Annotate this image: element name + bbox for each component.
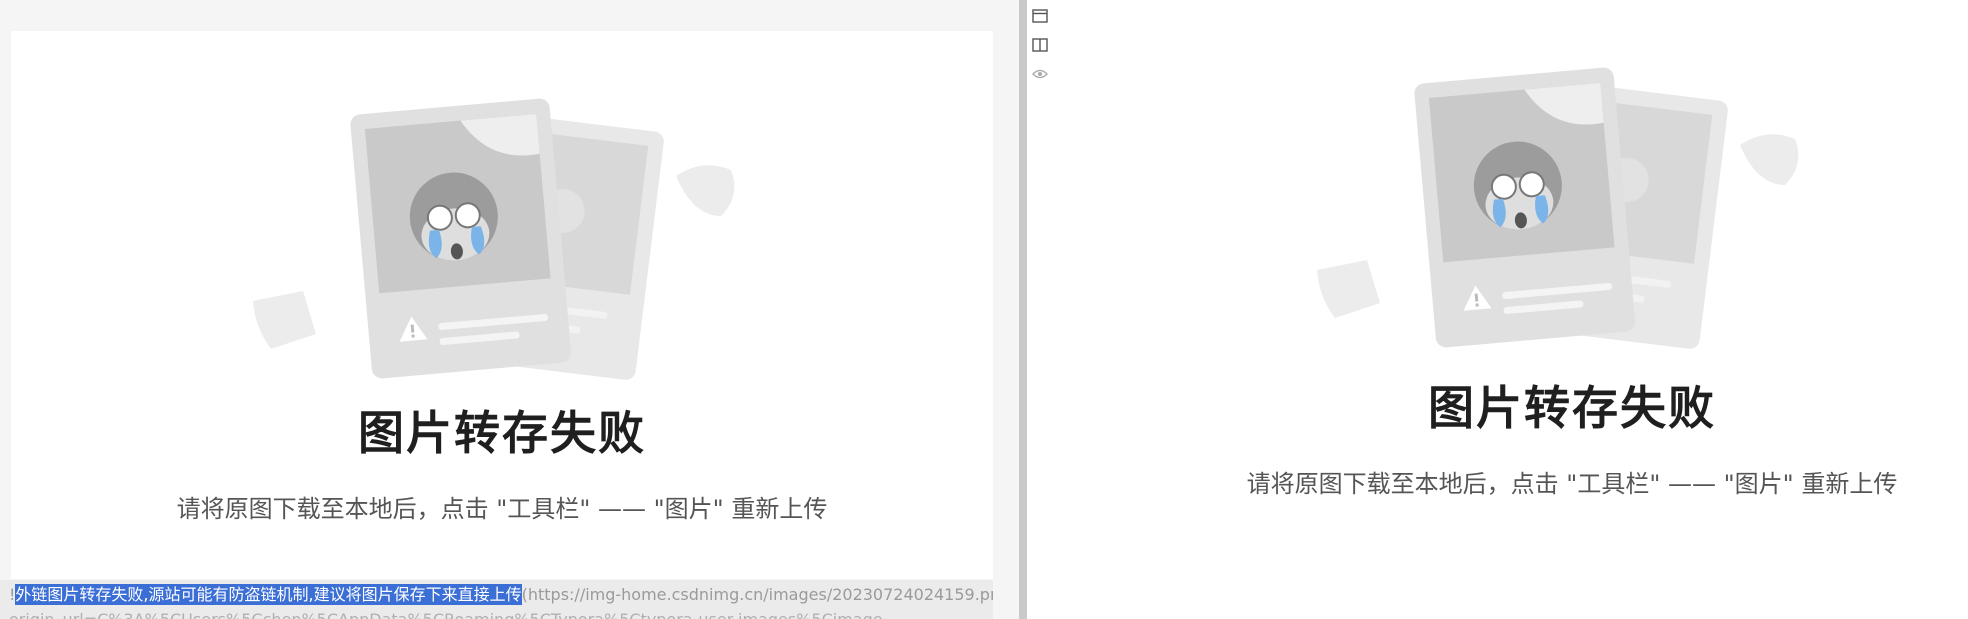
preview-pane: 图片转存失败 请将原图下载至本地后，点击 "工具栏" —— "图片" 重新上传	[1027, 0, 1968, 619]
split-view-button[interactable]	[1029, 34, 1051, 56]
split-view-icon	[1032, 38, 1048, 52]
window-icon	[1032, 9, 1048, 23]
selected-alt-text[interactable]: 外链图片转存失败,源站可能有防盗链机制,建议将图片保存下来直接上传	[15, 584, 522, 605]
broken-image-title: 图片转存失败	[1428, 381, 1716, 435]
source-line-1[interactable]: !外链图片转存失败,源站可能有防盗链机制,建议将图片保存下来直接上传(https…	[9, 583, 993, 607]
broken-image-illustration	[253, 98, 735, 380]
preview-toolbar	[1027, 4, 1055, 84]
broken-image-title: 图片转存失败	[358, 406, 646, 460]
window-mode-button[interactable]	[1029, 5, 1051, 27]
broken-image-subtitle: 请将原图下载至本地后，点击 "工具栏" —— "图片" 重新上传	[1246, 470, 1898, 498]
broken-image-card: 图片转存失败 请将原图下载至本地后，点击 "工具栏" —— "图片" 重新上传	[11, 31, 993, 579]
preview-toggle-button[interactable]	[1029, 63, 1051, 85]
pane-divider[interactable]	[1019, 0, 1027, 619]
broken-image-illustration	[1317, 67, 1799, 349]
source-line-2: origin_url=C%3A%5CUsers%5Cchen%5CAppData…	[9, 608, 883, 619]
eye-icon	[1032, 69, 1048, 79]
broken-image-subtitle: 请将原图下载至本地后，点击 "工具栏" —— "图片" 重新上传	[176, 495, 828, 523]
editor-pane[interactable]: 图片转存失败 请将原图下载至本地后，点击 "工具栏" —— "图片" 重新上传 …	[0, 0, 1017, 619]
markdown-image-source[interactable]: !外链图片转存失败,源站可能有防盗链机制,建议将图片保存下来直接上传(https…	[0, 580, 993, 619]
source-url-part1: (https://img-home.csdnimg.cn/images/2023…	[521, 585, 993, 604]
